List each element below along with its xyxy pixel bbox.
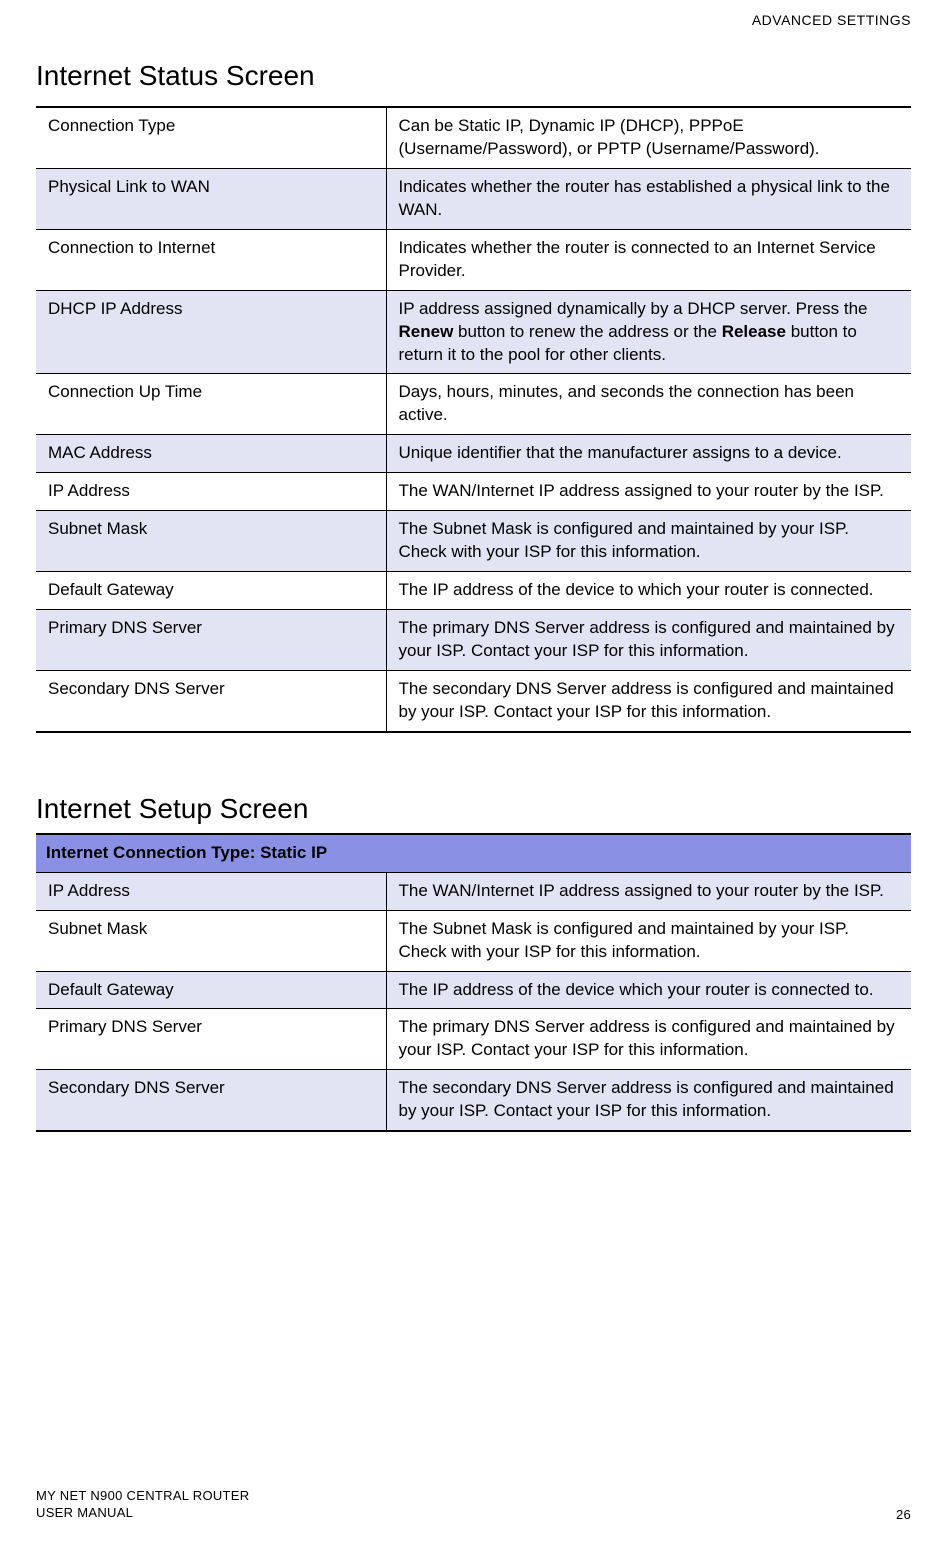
table-row: DHCP IP AddressIP address assigned dynam… (36, 290, 911, 374)
table-row: Physical Link to WANIndicates whether th… (36, 168, 911, 229)
row-description: Indicates whether the router is connecte… (386, 229, 911, 290)
table-row: Default GatewayThe IP address of the dev… (36, 572, 911, 610)
row-label: MAC Address (36, 435, 386, 473)
row-description: Unique identifier that the manufacturer … (386, 435, 911, 473)
row-description: The Subnet Mask is configured and mainta… (386, 910, 911, 971)
row-label: Subnet Mask (36, 511, 386, 572)
table-header-row: Internet Connection Type: Static IP (36, 834, 911, 872)
footer-left: MY NET N900 CENTRAL ROUTER USER MANUAL (36, 1487, 249, 1522)
row-description: The secondary DNS Server address is conf… (386, 670, 911, 731)
row-description: Indicates whether the router has establi… (386, 168, 911, 229)
internet-status-table: Connection TypeCan be Static IP, Dynamic… (36, 106, 911, 733)
table-row: Default GatewayThe IP address of the dev… (36, 971, 911, 1009)
header-label: ADVANCED SETTINGS (752, 12, 911, 28)
row-label: Connection to Internet (36, 229, 386, 290)
row-label: Physical Link to WAN (36, 168, 386, 229)
page-number: 26 (896, 1507, 911, 1522)
footer-product: MY NET N900 CENTRAL ROUTER (36, 1487, 249, 1505)
footer-manual: USER MANUAL (36, 1504, 249, 1522)
row-description: Days, hours, minutes, and seconds the co… (386, 374, 911, 435)
internet-setup-table: Internet Connection Type: Static IP IP A… (36, 833, 911, 1132)
row-label: IP Address (36, 473, 386, 511)
table-row: Connection to InternetIndicates whether … (36, 229, 911, 290)
table-row: Primary DNS ServerThe primary DNS Server… (36, 1009, 911, 1070)
row-description: Can be Static IP, Dynamic IP (DHCP), PPP… (386, 107, 911, 168)
row-label: Primary DNS Server (36, 610, 386, 671)
row-description: The IP address of the device to which yo… (386, 572, 911, 610)
bold-text: Release (722, 322, 786, 341)
table-row: IP AddressThe WAN/Internet IP address as… (36, 872, 911, 910)
table-row: IP AddressThe WAN/Internet IP address as… (36, 473, 911, 511)
page-footer: MY NET N900 CENTRAL ROUTER USER MANUAL 2… (36, 1487, 911, 1522)
row-description: IP address assigned dynamically by a DHC… (386, 290, 911, 374)
row-label: Subnet Mask (36, 910, 386, 971)
row-description: The IP address of the device which your … (386, 971, 911, 1009)
table-row: Subnet MaskThe Subnet Mask is configured… (36, 910, 911, 971)
table-row: Connection TypeCan be Static IP, Dynamic… (36, 107, 911, 168)
row-description: The primary DNS Server address is config… (386, 1009, 911, 1070)
row-label: Primary DNS Server (36, 1009, 386, 1070)
row-description: The Subnet Mask is configured and mainta… (386, 511, 911, 572)
row-label: Connection Up Time (36, 374, 386, 435)
table-row: MAC AddressUnique identifier that the ma… (36, 435, 911, 473)
section-heading-status: Internet Status Screen (36, 60, 911, 92)
section-heading-setup: Internet Setup Screen (36, 793, 911, 825)
row-description: The WAN/Internet IP address assigned to … (386, 872, 911, 910)
bold-text: Renew (399, 322, 454, 341)
row-label: Connection Type (36, 107, 386, 168)
row-description: The primary DNS Server address is config… (386, 610, 911, 671)
row-label: DHCP IP Address (36, 290, 386, 374)
table-header-cell: Internet Connection Type: Static IP (36, 834, 911, 872)
table-row: Secondary DNS ServerThe secondary DNS Se… (36, 1070, 911, 1131)
row-label: Secondary DNS Server (36, 1070, 386, 1131)
row-description: The WAN/Internet IP address assigned to … (386, 473, 911, 511)
table-row: Subnet MaskThe Subnet Mask is configured… (36, 511, 911, 572)
table-row: Connection Up TimeDays, hours, minutes, … (36, 374, 911, 435)
row-label: Default Gateway (36, 572, 386, 610)
row-description: The secondary DNS Server address is conf… (386, 1070, 911, 1131)
row-label: IP Address (36, 872, 386, 910)
table-row: Primary DNS ServerThe primary DNS Server… (36, 610, 911, 671)
table-row: Secondary DNS ServerThe secondary DNS Se… (36, 670, 911, 731)
row-label: Default Gateway (36, 971, 386, 1009)
row-label: Secondary DNS Server (36, 670, 386, 731)
